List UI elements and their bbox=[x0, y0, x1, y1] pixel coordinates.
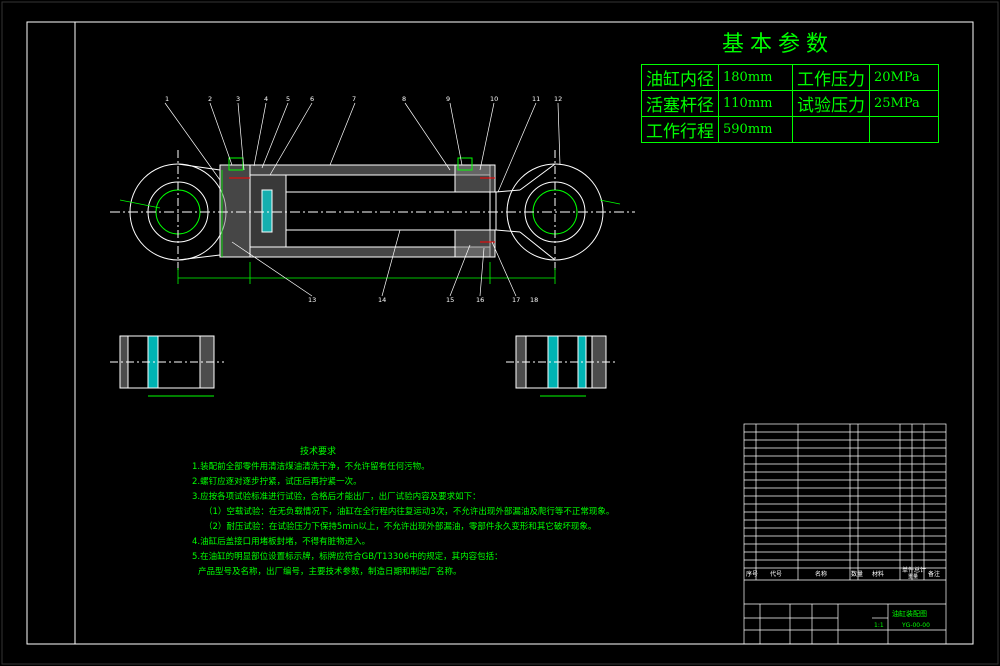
bom-col-material: 材料 bbox=[872, 570, 884, 578]
bom-col-index: 序号 bbox=[746, 570, 758, 578]
callout-11: 11 bbox=[532, 95, 540, 103]
detail-view-left bbox=[110, 335, 224, 397]
bom-col-code: 代号 bbox=[770, 570, 782, 578]
technical-requirements: 技术要求 1.装配前全部零件用清洁煤油清洗干净，不允许留有任何污物。 2.螺钉应… bbox=[192, 445, 614, 580]
param-value-2: 25MPa bbox=[869, 90, 939, 117]
callout-7: 7 bbox=[352, 95, 356, 103]
params-row: 油缸内径 180mm 工作压力 20MPa bbox=[641, 64, 939, 91]
piston-seal bbox=[261, 189, 273, 233]
callout-6: 6 bbox=[310, 95, 314, 103]
param-value: 110mm bbox=[718, 90, 793, 117]
callout-5: 5 bbox=[286, 95, 290, 103]
param-label: 活塞杆径 bbox=[641, 90, 719, 117]
callout-2: 2 bbox=[208, 95, 212, 103]
tech-line: 产品型号及名称，出厂编号，主要技术参数，制造日期和制造厂名称。 bbox=[198, 567, 462, 577]
cylinder-assembly bbox=[110, 150, 635, 272]
param-label-2: 试验压力 bbox=[792, 90, 870, 117]
callout-9: 9 bbox=[446, 95, 450, 103]
bom-col-total: 总计 bbox=[914, 566, 926, 574]
callout-16: 16 bbox=[476, 296, 484, 304]
params-row: 活塞杆径 110mm 试验压力 25MPa bbox=[641, 90, 939, 117]
callout-14: 14 bbox=[378, 296, 386, 304]
gland-bottom bbox=[454, 229, 496, 258]
callout-10: 10 bbox=[490, 95, 498, 103]
tech-heading: 技术要求 bbox=[300, 447, 337, 457]
tech-line: 2.螺钉应逐对逐步拧紧，试压后再拧紧一次。 bbox=[192, 477, 362, 487]
rear-cap bbox=[219, 164, 251, 258]
callout-8: 8 bbox=[402, 95, 406, 103]
callout-17: 17 bbox=[512, 296, 520, 304]
rod-extension-top bbox=[495, 189, 521, 193]
basic-params-title: 基本参数 bbox=[722, 32, 835, 57]
bom-weight: 重量 bbox=[908, 573, 918, 580]
tech-line: 5.在油缸的明显部位设置标示牌，标牌应符合GB/T13306中的规定，其内容包括… bbox=[192, 552, 503, 562]
bom-col-note: 备注 bbox=[928, 570, 940, 578]
param-value-2 bbox=[869, 116, 939, 143]
param-label-2: 工作压力 bbox=[792, 64, 870, 91]
piston-rod bbox=[285, 191, 497, 231]
param-value: 590mm bbox=[718, 116, 793, 143]
params-table: 油缸内径 180mm 工作压力 20MPa 活塞杆径 110mm 试验压力 25… bbox=[641, 64, 939, 143]
barrel-bottom-wall bbox=[249, 246, 491, 258]
callout-4: 4 bbox=[264, 95, 268, 103]
param-value-2: 20MPa bbox=[869, 64, 939, 91]
callout-3: 3 bbox=[236, 95, 240, 103]
param-label-2 bbox=[792, 116, 870, 143]
drawing-title: 油缸装配图 bbox=[892, 609, 927, 618]
rod-extension-bottom bbox=[495, 229, 521, 233]
tech-line: 3.应按各项试验标准进行试验，合格后才能出厂，出厂试验内容及要求如下： bbox=[192, 492, 481, 502]
callout-12: 12 bbox=[554, 95, 562, 103]
detail-view-right bbox=[506, 335, 616, 397]
bom-col-qty: 数量 bbox=[851, 570, 863, 578]
param-value: 180mm bbox=[718, 64, 793, 91]
callout-18: 18 bbox=[530, 296, 538, 304]
param-label: 油缸内径 bbox=[641, 64, 719, 91]
tech-line: （1）空载试验：在无负载情况下，油缸在全行程内往复运动3次，不允许出现外部漏油及… bbox=[204, 507, 615, 517]
bom-col-name: 名称 bbox=[815, 570, 827, 578]
tech-line: 4.油缸后盖接口用堵板封堵，不得有脏物进入。 bbox=[192, 537, 371, 547]
titleblock-text: 油缸装配图 YG-00-00 1:1 bbox=[874, 609, 930, 629]
params-row: 工作行程 590mm bbox=[641, 116, 939, 143]
callout-13: 13 bbox=[308, 296, 316, 304]
bom-col-single: 单件 bbox=[902, 566, 914, 574]
drawing-number: YG-00-00 bbox=[901, 622, 930, 629]
tech-line: （2）耐压试验：在试验压力下保持5min以上，不允许出现外部漏油，零部件永久变形… bbox=[204, 522, 597, 532]
drawing-scale: 1:1 bbox=[874, 622, 884, 629]
callout-1: 1 bbox=[165, 95, 169, 103]
param-label: 工作行程 bbox=[641, 116, 719, 143]
callout-15: 15 bbox=[446, 296, 454, 304]
tech-line: 1.装配前全部零件用清洁煤油清洗干净，不允许留有任何污物。 bbox=[192, 462, 430, 472]
barrel-top-wall bbox=[249, 164, 491, 176]
